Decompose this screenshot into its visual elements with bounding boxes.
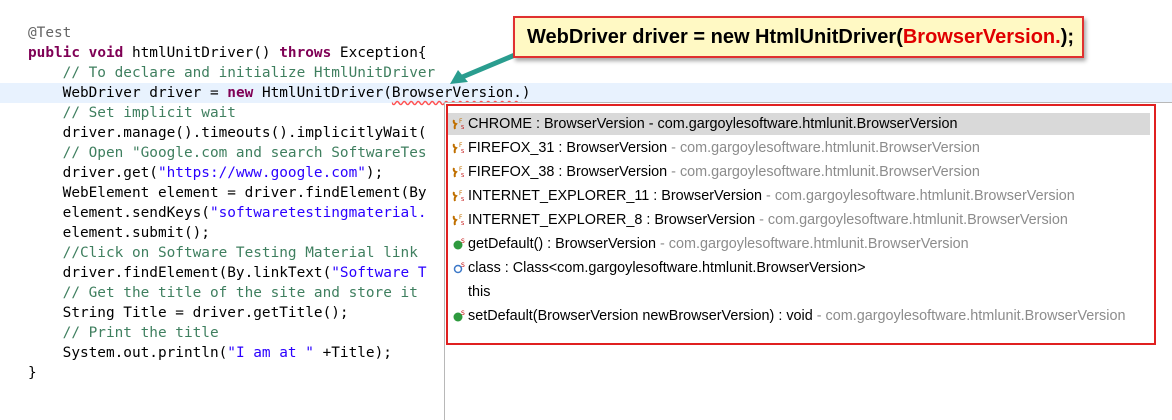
proposal-label: INTERNET_EXPLORER_11 : BrowserVersion	[468, 188, 763, 204]
code-line[interactable]: element.submit();	[28, 223, 210, 243]
proposal-class[interactable]: S class : Class<com.gargoylesoftware.htm…	[448, 257, 1150, 279]
code-text: Exception{	[331, 45, 427, 61]
code-text: WebDriver driver =	[28, 85, 228, 101]
keyword: new	[227, 85, 254, 101]
code-line[interactable]: // Open "Google.com and search SoftwareT…	[28, 143, 427, 163]
code-line[interactable]: System.out.println("I am at " +Title);	[28, 343, 392, 363]
comment: //Click on Software Testing Material lin…	[28, 245, 418, 261]
comment: // Get the title of the site and store i…	[28, 285, 418, 301]
code-line[interactable]: @Test	[28, 23, 71, 43]
code-text: System.out.println(	[28, 345, 228, 361]
code-line[interactable]: //Click on Software Testing Material lin…	[28, 243, 418, 263]
proposal-label: this	[468, 284, 491, 300]
string-literal: "I am at "	[227, 345, 314, 361]
code-text: }	[28, 365, 37, 381]
comment: // Set implicit wait	[28, 105, 236, 121]
code-text: driver.get(	[28, 165, 158, 181]
comment: // To declare and initialize HtmlUnitDri…	[28, 65, 436, 81]
svg-text:S: S	[461, 310, 465, 317]
proposal-label: CHROME : BrowserVersion - com.gargoyleso…	[468, 116, 958, 132]
proposal-label: class : Class<com.gargoylesoftware.htmlu…	[468, 260, 866, 276]
proposal-qualifier: - com.gargoylesoftware.htmlunit.BrowserV…	[755, 212, 1068, 228]
static-field-icon: FS	[452, 118, 464, 131]
svg-text:F: F	[459, 214, 463, 221]
proposal-qualifier: - com.gargoylesoftware.htmlunit.BrowserV…	[667, 164, 980, 180]
svg-text:S: S	[461, 149, 464, 155]
proposal-set-default[interactable]: S setDefault(BrowserVersion newBrowserVe…	[448, 305, 1150, 327]
svg-text:S: S	[461, 221, 464, 227]
code-line[interactable]: WebElement element = driver.findElement(…	[28, 183, 427, 203]
svg-text:S: S	[461, 262, 465, 269]
code-callout: WebDriver driver = new HtmlUnitDriver(Br…	[513, 16, 1084, 58]
static-field-icon: FS	[452, 190, 464, 203]
callout-text: WebDriver driver = new HtmlUnitDriver(	[527, 26, 903, 48]
proposal-get-default[interactable]: S getDefault() : BrowserVersion - com.ga…	[448, 233, 1150, 255]
proposal-label: getDefault() : BrowserVersion	[468, 236, 656, 252]
static-class-icon: S	[453, 262, 465, 274]
svg-text:F: F	[459, 166, 463, 173]
comment: // Print the title	[28, 325, 219, 341]
code-line[interactable]: element.sendKeys("softwaretestingmateria…	[28, 203, 427, 223]
code-text: element.submit();	[28, 225, 210, 241]
svg-text:S: S	[461, 197, 464, 203]
svg-text:S: S	[461, 173, 464, 179]
code-line[interactable]: driver.get("https://www.google.com");	[28, 163, 384, 183]
proposal-qualifier: - com.gargoylesoftware.htmlunit.BrowserV…	[655, 236, 969, 252]
code-text: WebElement element = driver.findElement(…	[28, 185, 427, 201]
code-line[interactable]: driver.manage().timeouts().implicitlyWai…	[28, 123, 427, 143]
code-text: htmlUnitDriver()	[123, 45, 280, 61]
static-method-icon: S	[453, 310, 465, 322]
comment: // Open "Google.com and search SoftwareT…	[28, 145, 427, 161]
proposal-firefox-31[interactable]: FS FIREFOX_31 : BrowserVersion - com.gar…	[448, 137, 1150, 159]
code-text: String Title = driver.getTitle();	[28, 305, 349, 321]
code-text: );	[365, 165, 384, 181]
proposal-internet-explorer-8[interactable]: FS INTERNET_EXPLORER_8 : BrowserVersion …	[448, 209, 1150, 231]
callout-text: );	[1060, 26, 1075, 48]
static-field-icon: FS	[452, 142, 464, 155]
proposal-qualifier: - com.gargoylesoftware.htmlunit.BrowserV…	[762, 188, 1075, 204]
proposal-firefox-38[interactable]: FS FIREFOX_38 : BrowserVersion - com.gar…	[448, 161, 1150, 183]
code-line[interactable]: String Title = driver.getTitle();	[28, 303, 349, 323]
static-field-icon: FS	[452, 166, 464, 179]
callout-highlight: BrowserVersion.	[902, 26, 1061, 48]
code-line[interactable]: public void htmlUnitDriver() throws Exce…	[28, 43, 427, 63]
proposal-chrome[interactable]: FS CHROME : BrowserVersion - com.gargoyl…	[448, 113, 1150, 135]
string-literal: "softwaretestingmaterial.	[209, 205, 427, 221]
code-text: driver.findElement(By.linkText(	[28, 265, 332, 281]
proposal-this[interactable]: this	[448, 281, 1150, 303]
keyword: throws	[279, 45, 332, 61]
svg-text:F: F	[459, 118, 463, 125]
code-line[interactable]: // Get the title of the site and store i…	[28, 283, 418, 303]
proposal-qualifier: - com.gargoylesoftware.htmlunit.BrowserV…	[667, 140, 980, 156]
svg-text:F: F	[459, 190, 463, 197]
svg-text:S: S	[461, 125, 464, 131]
code-text: HtmlUnitDriver(	[253, 85, 392, 101]
keyword: public	[28, 45, 80, 61]
string-literal: "https://www.google.com"	[157, 165, 366, 181]
code-line[interactable]: // To declare and initialize HtmlUnitDri…	[28, 63, 436, 83]
code-line[interactable]: // Set implicit wait	[28, 103, 236, 123]
string-literal: "Software T	[331, 265, 427, 281]
proposal-label: FIREFOX_38 : BrowserVersion	[468, 164, 668, 180]
static-field-icon: FS	[452, 214, 464, 227]
annotation: @Test	[28, 25, 72, 41]
svg-text:S: S	[461, 238, 465, 245]
code-text: element.sendKeys(	[28, 205, 210, 221]
code-line[interactable]: // Print the title	[28, 323, 219, 343]
keyword: void	[88, 45, 124, 61]
proposal-label: INTERNET_EXPLORER_8 : BrowserVersion	[468, 212, 756, 228]
proposal-label: FIREFOX_31 : BrowserVersion	[468, 140, 668, 156]
static-method-icon: S	[453, 238, 465, 250]
proposal-label: setDefault(BrowserVersion newBrowserVers…	[468, 308, 813, 324]
code-text: driver.manage().timeouts().implicitlyWai…	[28, 125, 427, 141]
svg-text:F: F	[459, 142, 463, 149]
code-line[interactable]: }	[28, 363, 37, 383]
proposal-qualifier: - com.gargoylesoftware.htmlunit.BrowserV…	[812, 308, 1126, 324]
proposal-internet-explorer-11[interactable]: FS INTERNET_EXPLORER_11 : BrowserVersion…	[448, 185, 1150, 207]
code-line[interactable]: driver.findElement(By.linkText("Software…	[28, 263, 427, 283]
code-text: +Title);	[313, 345, 392, 361]
